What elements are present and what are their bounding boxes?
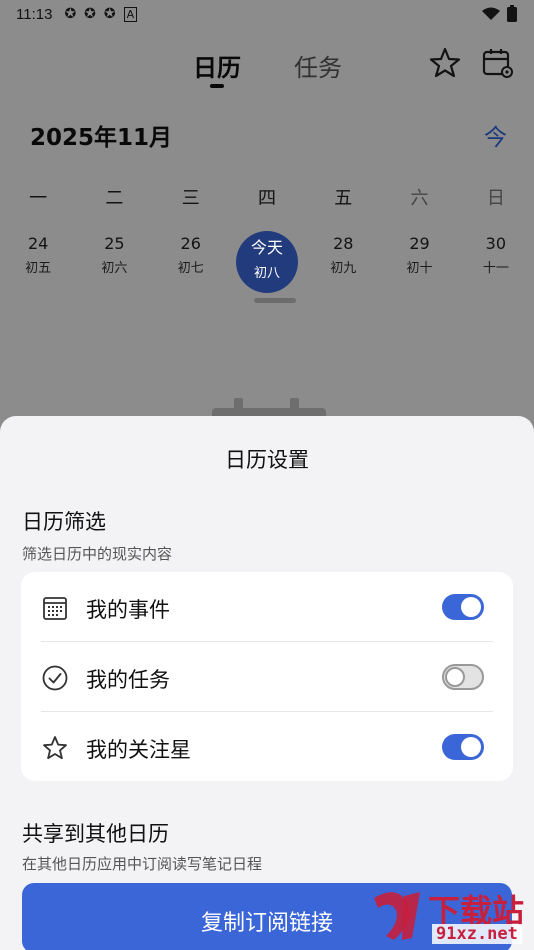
- filter-row-starred[interactable]: 我的关注星: [21, 712, 513, 782]
- watermark-logo-icon: [374, 892, 420, 940]
- watermark-url: 91xz.net: [432, 924, 522, 944]
- lunar-date: 初八: [253, 266, 280, 281]
- check-circle-icon: [42, 665, 68, 691]
- calendar-grid-icon: [43, 597, 67, 620]
- toggle-knob: [445, 667, 465, 687]
- star-outline-icon: [43, 736, 67, 760]
- share-section-title: 共享到其他日历: [22, 822, 169, 846]
- day-cell-today[interactable]: 今天 初八: [229, 234, 305, 281]
- toggle-starred[interactable]: [442, 734, 484, 760]
- toggle-tasks[interactable]: [442, 664, 484, 690]
- sheet-title: 日历设置: [225, 448, 309, 472]
- site-watermark: 下载站 91xz.net: [360, 884, 534, 950]
- filter-card: 我的事件 我的任务 我的关注星: [21, 572, 513, 781]
- calendar-settings-sheet: 日历设置 日历筛选 筛选日历中的现实内容 我的事件 我的任务 我的关注星 共享到…: [0, 416, 534, 950]
- filter-row-events[interactable]: 我的事件: [21, 572, 513, 642]
- toggle-events[interactable]: [442, 594, 484, 620]
- filter-row-tasks[interactable]: 我的任务: [21, 642, 513, 712]
- filter-section-subtitle: 筛选日历中的现实内容: [22, 545, 173, 563]
- filter-row-label: 我的关注星: [86, 738, 191, 762]
- toggle-knob: [461, 737, 481, 757]
- filter-section-title: 日历筛选: [22, 510, 106, 534]
- day-number: 今天: [250, 238, 283, 257]
- toggle-knob: [461, 597, 481, 617]
- filter-row-label: 我的任务: [86, 668, 170, 692]
- filter-row-label: 我的事件: [86, 598, 170, 622]
- share-section-subtitle: 在其他日历应用中订阅读写笔记日程: [22, 855, 263, 873]
